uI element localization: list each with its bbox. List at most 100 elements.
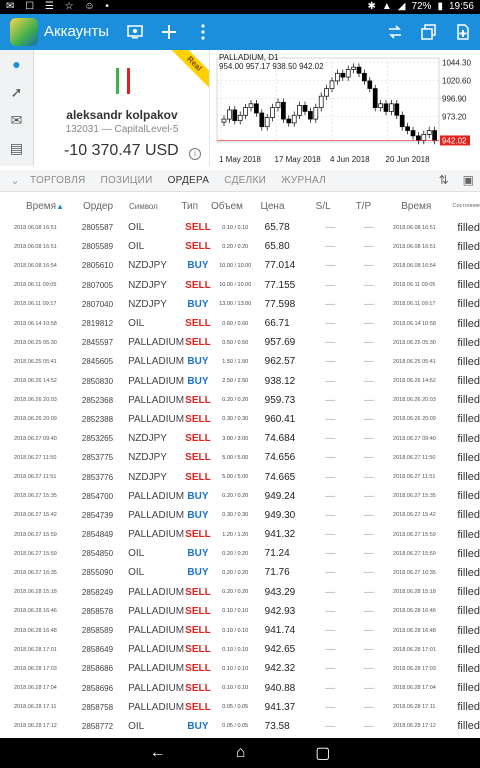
order-time: 2018.06.27 15:59 [14,550,57,557]
tab-orders[interactable]: ОРДЕРА [168,175,210,186]
table-row[interactable]: 2018.06.26 20:03 2852368 PALLADIUM SELL 0.20… [0,391,480,410]
table-row[interactable]: 2018.06.26 20:09 2852388 PALLADIUM SELL 0.30… [0,410,480,429]
tab-journal[interactable]: ЖУРНАЛ [281,175,326,186]
order-tp: — [363,529,374,541]
x-tick-label: 17 May 2018 [275,155,322,164]
header-state[interactable]: Состояние [453,203,480,209]
order-type: SELL [185,413,211,425]
order-time: 2018.06.27 16:35 [14,569,57,576]
table-row[interactable]: 2018.06.11 09:17 2807040 NZDJPY BUY 13.00 / … [0,295,480,314]
tab-trading[interactable]: ТОРГОВЛЯ [30,175,85,186]
app-logo-icon[interactable] [10,18,38,46]
price-chart[interactable]: 1044.30 1020.60 996.90 973.20 1 May 2018 17 M… [211,50,480,166]
sidebar-trade-icon[interactable]: ➚ [0,78,33,106]
table-row[interactable]: 2018.06.26 14:52 2850830 PALLADIUM BUY 2.50 … [0,372,480,391]
order-state: filled [457,662,480,675]
table-row[interactable]: 2018.06.27 15:59 2854849 PALLADIUM SELL 1.20… [0,525,480,544]
order-close-time: 2018.06.27 16:35 [393,569,436,576]
order-sl: — [325,605,336,617]
table-row[interactable]: 2018.06.27 11:51 2853776 NZDJPY SELL 5.00 / … [0,467,480,486]
table-row[interactable]: 2018.06.28 16:48 2858589 PALLADIUM SELL 0.10… [0,621,480,640]
table-row[interactable]: 2018.06.28 17:01 2858649 PALLADIUM SELL 0.10… [0,640,480,659]
sidebar-journal-icon[interactable]: ▤ [0,134,33,162]
order-volume: 5.00 / 5.00 [222,454,249,461]
order-volume: 0.20 / 0.20 [222,569,249,576]
more-icon[interactable] [186,14,220,50]
order-type: SELL [185,452,211,464]
candle-body [302,104,308,112]
account-settings-icon[interactable] [118,14,152,50]
header-close-time[interactable]: Время [380,201,453,212]
table-row[interactable]: 2018.06.27 15:42 2854739 PALLADIUM BUY 0.30 … [0,506,480,525]
trading-icon[interactable] [378,14,412,50]
app-bar: Аккаунты [0,14,480,50]
account-bars-icon [116,68,130,94]
order-price: 941.74 [264,625,296,637]
order-time: 2018.06.27 15:42 [14,512,57,519]
header-volume[interactable]: Объем [203,201,250,212]
table-row[interactable]: 2018.06.28 16:46 2858578 PALLADIUM SELL 0.10… [0,602,480,621]
order-symbol: PALLADIUM [128,509,185,521]
recents-icon[interactable]: ▢ [315,743,330,763]
table-row[interactable]: 2018.06.28 17:03 2858686 PALLADIUM SELL 0.10… [0,659,480,678]
orders-table: 2018.06.08 16:51 2805587 OIL SELL 0.10 / 0.1… [0,218,480,736]
chevron-down-icon[interactable]: ⌄ [0,174,30,187]
header-tp[interactable]: T/P [347,201,380,212]
table-row[interactable]: 2018.06.27 15:59 2854850 OIL BUY 0.20 / 0.20… [0,544,480,563]
sidebar-account-icon[interactable]: ● [0,50,33,78]
order-type: SELL [185,433,211,445]
order-id: 2858758 [81,702,114,712]
candle-body [383,103,389,112]
order-close-time: 2018.06.27 09:40 [393,435,436,442]
header-order[interactable]: Ордер [71,201,125,212]
tab-positions[interactable]: ПОЗИЦИИ [100,175,152,186]
header-price[interactable]: Цена [250,201,299,212]
sidebar-mail-icon[interactable]: ✉ [0,106,33,134]
table-row[interactable]: 2018.06.27 15:35 2854700 PALLADIUM BUY 0.20 … [0,487,480,506]
candle-body [232,109,238,121]
sort-icon[interactable]: ⇅ [439,173,449,187]
table-row[interactable]: 2018.06.25 05:30 2845597 PALLADIUM SELL 0.50… [0,333,480,352]
table-row[interactable]: 2018.06.27 09:40 2853265 NZDJPY SELL 3.00 / … [0,429,480,448]
order-volume: 0.05 / 0.05 [222,704,249,711]
table-row[interactable]: 2018.06.28 15:18 2858249 PALLADIUM SELL 0.20… [0,583,480,602]
table-row[interactable]: 2018.06.11 09:05 2807005 NZDJPY SELL 10.00 /… [0,276,480,295]
header-type[interactable]: Тип [176,201,203,212]
table-row[interactable]: 2018.06.28 17:04 2858696 PALLADIUM SELL 0.10… [0,679,480,698]
briefcase-icon[interactable]: ▣ [463,173,474,187]
candle-body [367,80,373,89]
chart-title: PALLADIUM, D1 [219,53,279,62]
order-type: BUY [187,490,209,502]
table-row[interactable]: 2018.06.28 17:11 2858758 PALLADIUM SELL 0.05… [0,698,480,717]
order-close-time: 2018.06.28 17:11 [393,704,436,711]
back-icon[interactable]: ← [150,744,166,762]
order-price: 74.684 [264,433,296,445]
table-row[interactable]: 2018.06.08 16:51 2805589 OIL SELL 0.20 / 0.2… [0,237,480,256]
order-sl: — [325,260,336,272]
copy-window-icon[interactable] [412,14,446,50]
order-type: BUY [187,298,209,310]
tab-deals[interactable]: СДЕЛКИ [224,175,266,186]
home-icon[interactable]: ⌂ [236,744,246,762]
table-row[interactable]: 2018.06.27 16:35 2855090 OIL BUY 0.20 / 0.20… [0,563,480,582]
header-symbol[interactable]: Символ [125,202,176,211]
table-row[interactable]: 2018.06.08 16:51 2805587 OIL SELL 0.10 / 0.1… [0,218,480,237]
account-card[interactable]: Real aleksandr kolpakov 132031 — Capital… [34,50,210,166]
add-document-icon[interactable] [446,14,480,50]
order-volume: 10.00 / 10.00 [219,262,252,269]
table-row[interactable]: 2018.06.08 16:54 2805610 NZDJPY BUY 10.00 / … [0,256,480,275]
add-icon[interactable] [152,14,186,50]
info-icon[interactable]: i [189,148,201,160]
table-row[interactable]: 2018.06.27 11:50 2853775 NZDJPY SELL 5.00 / … [0,448,480,467]
candle-body [421,134,427,141]
order-time: 2018.06.25 05:41 [14,358,57,365]
order-volume: 1.50 / 1.50 [222,358,249,365]
header-time[interactable]: Время▲ [0,201,71,212]
candle-body [345,69,351,78]
table-row[interactable]: 2018.06.28 17:12 2858772 OIL BUY 0.05 / 0.05… [0,717,480,736]
header-sl[interactable]: S/L [300,201,347,212]
order-type: SELL [185,394,211,406]
table-row[interactable]: 2018.06.14 10:58 2819812 OIL SELL 0.60 / 0.6… [0,314,480,333]
table-row[interactable]: 2018.06.25 05:41 2845605 PALLADIUM BUY 1.50 … [0,352,480,371]
order-id: 2858696 [81,683,114,693]
